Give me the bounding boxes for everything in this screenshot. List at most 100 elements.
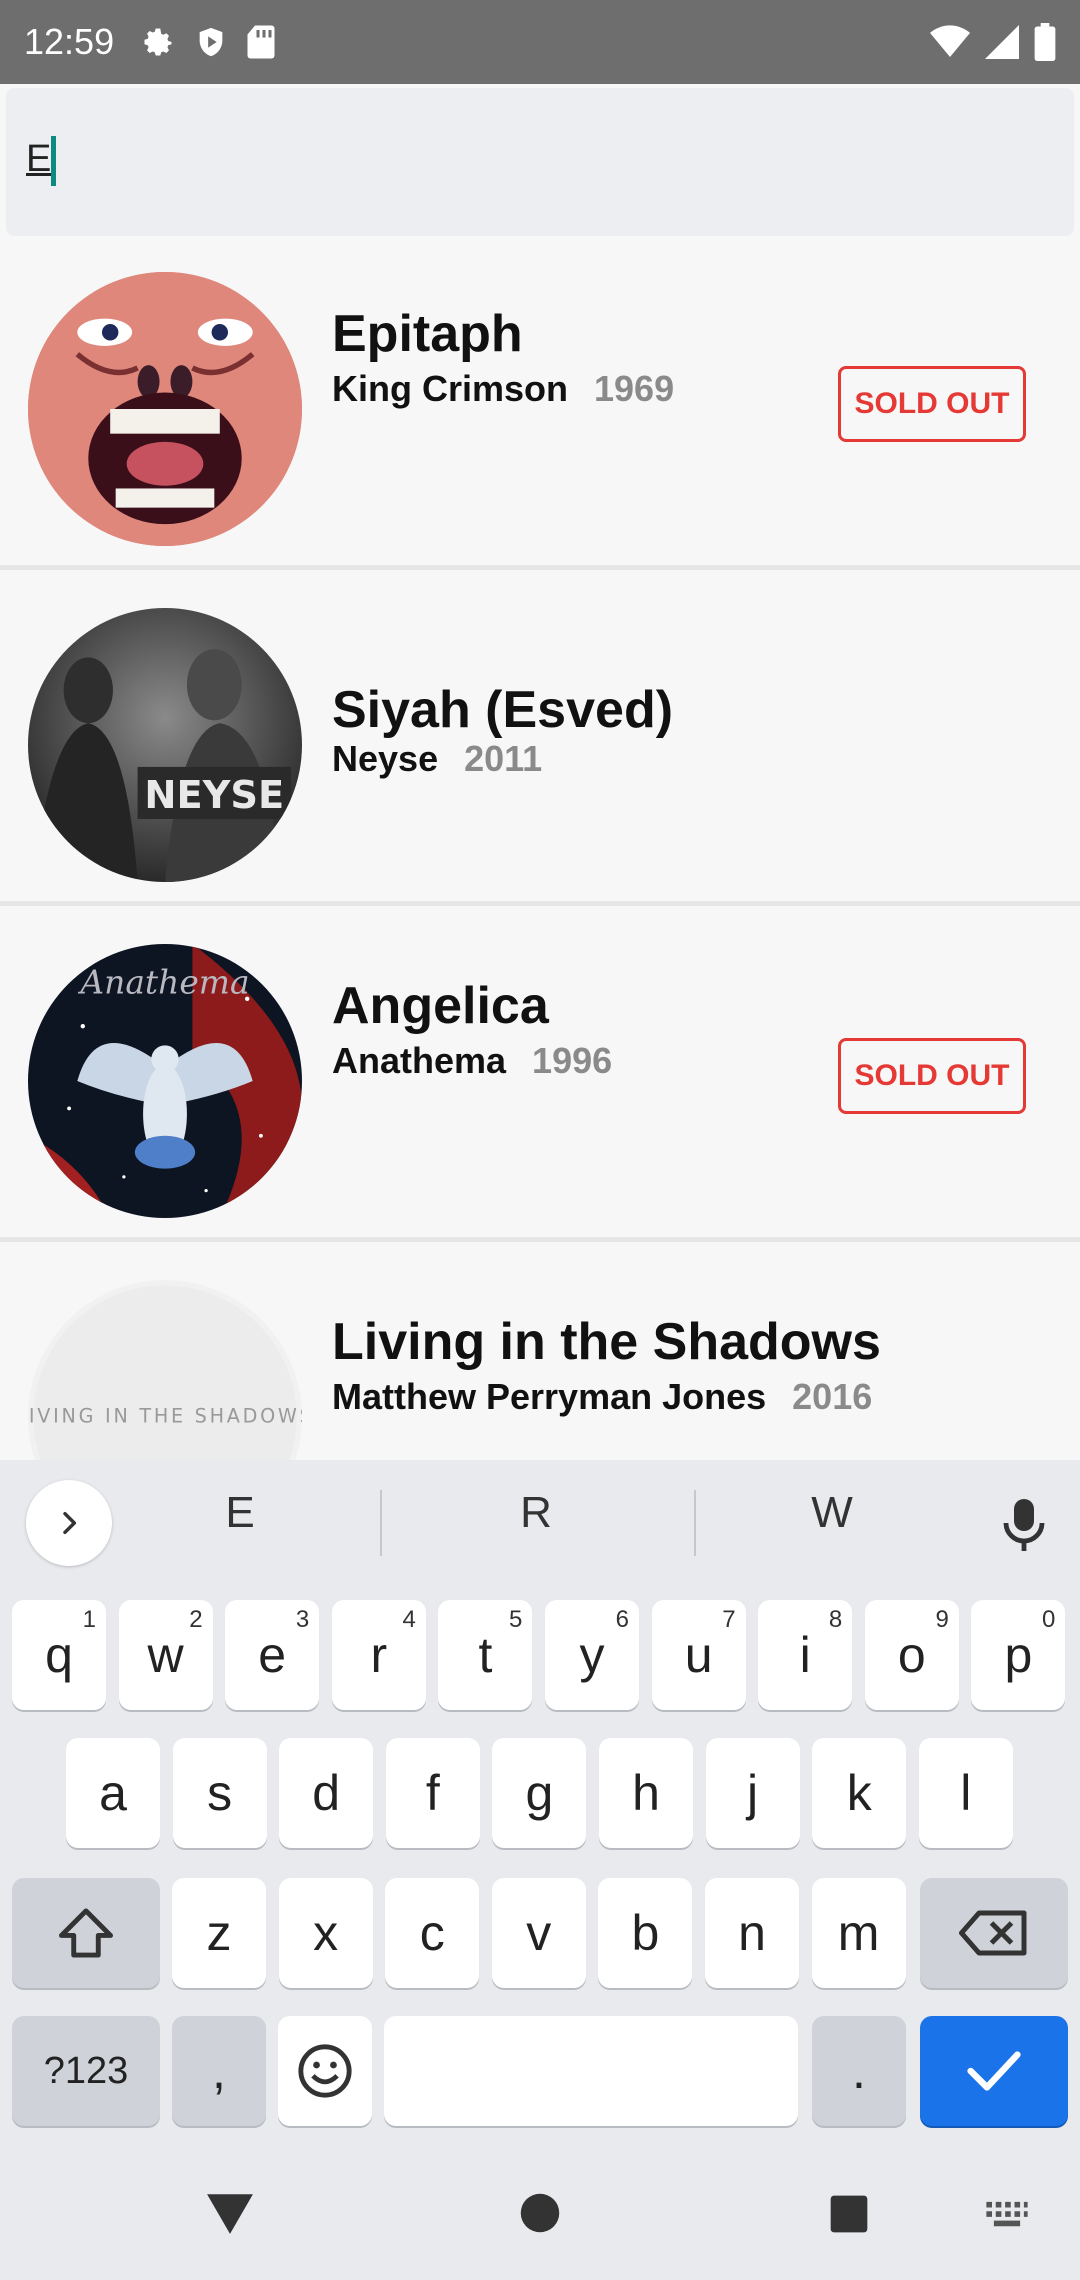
emoji-key[interactable] [278,2016,372,2126]
key-p[interactable]: p0 [971,1600,1066,1710]
period-key[interactable]: . [812,2016,906,2126]
expand-suggestions-button[interactable] [26,1480,112,1566]
key-s-label: s [207,1765,233,1821]
key-t-hint: 5 [509,1606,523,1633]
key-u-label: u [684,1627,713,1683]
king-crimson-album-art [28,272,302,546]
key-r-hint: 4 [402,1606,416,1633]
key-y-label: y [579,1627,605,1683]
anathema-art-label: Anathema [77,962,249,1001]
key-p-hint: 0 [1042,1606,1056,1633]
key-r-label: r [370,1627,388,1683]
key-w-label: w [147,1627,184,1683]
key-l[interactable]: l [918,1738,1013,1848]
album-meta: Neyse 2011 [332,738,542,780]
search-input[interactable]: E [6,88,1074,236]
key-b[interactable]: b [598,1878,693,1988]
key-p-label: p [1004,1627,1033,1683]
album-art: NEYSE [28,608,302,882]
key-h[interactable]: h [599,1738,693,1848]
album-row[interactable]: Epitaph King Crimson 1969 SOLD OUT [0,238,1080,570]
key-g[interactable]: g [492,1738,587,1848]
key-j-label: j [747,1765,759,1821]
album-meta: Matthew Perryman Jones 2016 [332,1376,872,1418]
key-y[interactable]: y6 [545,1600,639,1710]
suggestion-divider [694,1490,696,1556]
sold-out-badge: SOLD OUT [838,1038,1026,1114]
backspace-icon [959,1910,1027,1956]
recents-icon[interactable] [828,2194,870,2234]
neyse-album-art: NEYSE [28,608,302,882]
key-z[interactable]: z [172,1878,266,1988]
key-k[interactable]: k [812,1738,907,1848]
key-w-hint: 2 [189,1606,203,1633]
album-art: LIVING IN THE SHADOWS [28,1280,302,1460]
key-l-label: l [960,1765,972,1821]
signal-icon [985,25,1019,59]
key-h-label: h [632,1765,660,1821]
key-s[interactable]: s [172,1738,267,1848]
chevron-right-icon [63,1511,77,1535]
shadows-art-label: LIVING IN THE SHADOWS [28,1404,302,1427]
keyboard-switch-icon[interactable] [984,2200,1030,2230]
suggestion-2[interactable]: R [436,1488,636,1538]
space-key[interactable] [384,2016,798,2126]
status-notification-icons [140,24,276,60]
album-artist: Matthew Perryman Jones [332,1376,767,1417]
key-q[interactable]: q1 [12,1600,106,1710]
key-t[interactable]: t5 [438,1600,533,1710]
key-x-label: x [313,1905,339,1961]
key-u[interactable]: u7 [651,1600,746,1710]
album-title: Angelica [332,977,549,1035]
key-o-label: o [897,1627,926,1683]
comma-key[interactable]: , [172,2016,266,2126]
key-v-label: v [526,1905,552,1961]
suggestion-1[interactable]: E [140,1488,340,1538]
key-g-label: g [525,1765,554,1821]
mic-button[interactable] [1000,1496,1048,1559]
status-system-icons [930,23,1056,61]
album-row[interactable]: LIVING IN THE SHADOWS Living in the Shad… [0,1246,1080,1460]
symbols-key[interactable]: ?123 [12,2016,160,2126]
back-icon[interactable] [205,2190,255,2236]
key-o[interactable]: o9 [864,1600,959,1710]
album-year: 2011 [464,738,543,779]
key-q-hint: 1 [82,1606,96,1633]
key-x[interactable]: x [278,1878,373,1988]
key-m[interactable]: m [811,1878,906,1988]
album-meta: King Crimson 1969 [332,368,674,410]
backspace-key[interactable] [920,1878,1068,1988]
key-i[interactable]: i8 [758,1600,853,1710]
album-art [28,272,302,546]
suggestion-strip: E R W [0,1460,1080,1588]
key-n[interactable]: n [705,1878,799,1988]
key-c[interactable]: c [385,1878,480,1988]
key-r[interactable]: r4 [331,1600,426,1710]
album-row[interactable]: Anathema Angelica Anathema 1996 SOLD OUT [0,910,1080,1242]
navigation-bar [0,2150,1080,2280]
sold-out-badge: SOLD OUT [838,366,1026,442]
key-i-label: i [799,1627,811,1683]
key-f[interactable]: f [385,1738,480,1848]
home-icon[interactable] [519,2192,561,2234]
key-w[interactable]: w2 [118,1600,213,1710]
key-e[interactable]: e3 [225,1600,320,1710]
album-list[interactable]: Epitaph King Crimson 1969 SOLD OUT NEYSE… [0,238,1080,1460]
done-key[interactable] [920,2016,1068,2126]
anathema-album-art: Anathema [28,944,302,1218]
key-d[interactable]: d [279,1738,374,1848]
shift-key[interactable] [12,1878,160,1988]
key-e-label: e [258,1627,287,1683]
checkmark-icon [967,2051,1021,2091]
key-j[interactable]: j [705,1738,800,1848]
key-v[interactable]: v [491,1878,586,1988]
key-a[interactable]: a [66,1738,160,1848]
key-b-label: b [631,1905,660,1961]
emoji-icon [298,2044,352,2098]
settings-icon [144,28,172,56]
album-row[interactable]: NEYSE Siyah (Esved) Neyse 2011 [0,574,1080,906]
album-title: Siyah (Esved) [332,681,674,739]
search-input-value: E [26,138,52,180]
suggestion-3[interactable]: W [732,1488,932,1538]
comma-key-label: , [212,2043,226,2099]
